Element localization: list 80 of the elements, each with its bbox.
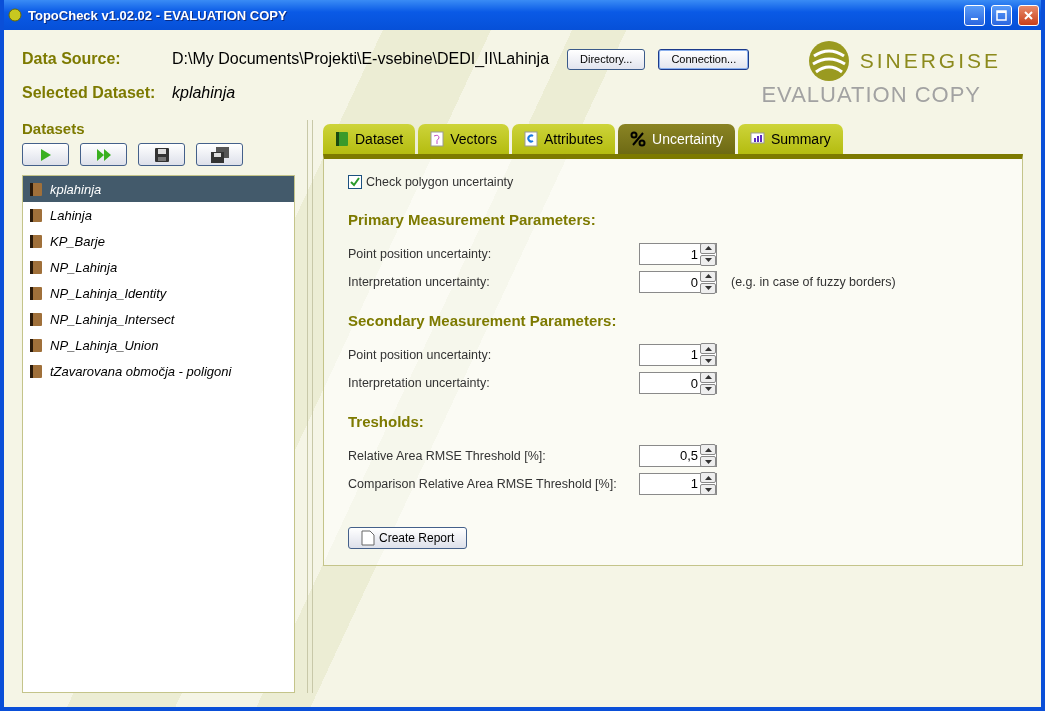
number-spinner[interactable]: 0 <box>639 372 717 395</box>
tab[interactable]: Summary <box>737 124 843 154</box>
maximize-button[interactable] <box>991 4 1012 26</box>
number-spinner[interactable]: 1 <box>639 472 717 495</box>
checkbox-label: Check polygon uncertainty <box>366 175 514 189</box>
play-button[interactable] <box>22 143 69 166</box>
dataset-item[interactable]: tZavarovana območja - poligoni <box>23 358 295 384</box>
save-all-icon <box>210 146 229 163</box>
parameter-label: Interpretation uncertainty: <box>348 376 491 391</box>
book-icon <box>29 311 43 327</box>
selected-dataset-value: kplahinja <box>172 84 236 102</box>
book-icon <box>335 131 349 147</box>
section-heading: Primary Measurement Parameters: <box>348 211 597 228</box>
parameter-label: Interpretation uncertainty: <box>348 275 491 290</box>
number-spinner[interactable]: 0 <box>639 271 717 294</box>
save-all-button[interactable] <box>196 143 243 166</box>
dataset-name: Lahinja <box>50 207 92 223</box>
parameter-label: Point position uncertainty: <box>348 247 493 262</box>
dataset-name: kplahinja <box>50 181 102 197</box>
minimize-icon <box>971 18 978 20</box>
tab[interactable]: Vectors <box>418 124 509 154</box>
book-icon <box>29 233 43 249</box>
document-icon <box>430 131 445 147</box>
tab[interactable]: Uncertainty <box>618 124 735 154</box>
play-icon <box>39 147 52 162</box>
number-spinner[interactable]: 1 <box>639 343 717 366</box>
dataset-name: NP_Lahinja_Intersect <box>50 311 175 327</box>
bar-chart-icon <box>749 132 765 146</box>
section-heading: Tresholds: <box>348 412 425 430</box>
dataset-name: NP_Lahinja_Union <box>50 337 159 353</box>
book-icon <box>29 181 43 197</box>
connection-button[interactable]: Connection... <box>658 48 750 70</box>
dataset-name: KP_Barje <box>50 233 105 249</box>
dataset-item[interactable]: KP_Barje <box>23 228 295 254</box>
book-icon <box>29 207 43 223</box>
data-source-path: D:\My Documents\Projekti\E-vsebine\DEDI_II\Lahinja <box>172 50 550 68</box>
document-icon <box>523 131 538 147</box>
dataset-name: NP_Lahinja <box>50 259 118 275</box>
dataset-item[interactable]: NP_Lahinja_Identity <box>23 280 295 306</box>
fast-forward-icon <box>95 147 112 162</box>
number-spinner[interactable]: 0,5 <box>639 444 717 467</box>
parameter-label: Comparison Relative Area RMSE Threshold [%]: <box>348 476 618 491</box>
save-icon <box>154 147 169 162</box>
book-icon <box>29 363 43 379</box>
minimize-button[interactable] <box>964 4 985 26</box>
datasets-heading: Datasets <box>22 120 86 137</box>
parameter-label: Point position uncertainty: <box>348 347 493 362</box>
dataset-item[interactable]: NP_Lahinja <box>23 254 295 280</box>
parameter-label: Relative Area RMSE Threshold [%]: <box>348 448 547 463</box>
directory-button[interactable]: Directory... <box>567 48 646 70</box>
dataset-name: tZavarovana območja - poligoni <box>50 363 232 379</box>
create-report-button[interactable]: Create Report <box>348 527 468 550</box>
dataset-item[interactable]: NP_Lahinja_Intersect <box>23 306 295 332</box>
maximize-icon <box>996 9 1007 21</box>
section-heading: Secondary Measurement Parameters: <box>348 311 618 329</box>
close-button[interactable] <box>1018 4 1039 26</box>
book-icon <box>29 285 43 301</box>
evaluation-notice: EVALUATION COPY <box>761 82 981 108</box>
logo-icon <box>807 40 850 82</box>
parameter-note: (e.g. in case of fuzzy borders) <box>731 275 896 290</box>
dataset-item[interactable]: Lahinja <box>23 202 295 228</box>
close-icon <box>1023 9 1034 21</box>
save-button[interactable] <box>138 143 185 166</box>
logo-text: SINERGISE <box>859 49 1001 73</box>
app-icon <box>8 8 22 22</box>
data-source-label: Data Source: <box>22 50 122 68</box>
percent-icon <box>630 131 647 147</box>
dataset-item[interactable]: NP_Lahinja_Union <box>23 332 295 358</box>
tab[interactable]: Dataset <box>323 124 416 154</box>
number-spinner[interactable]: 1 <box>639 243 717 266</box>
selected-dataset-label: Selected Dataset: <box>22 84 157 102</box>
dataset-item[interactable]: kplahinja <box>23 176 295 202</box>
book-icon <box>29 337 43 353</box>
dataset-name: NP_Lahinja_Identity <box>50 285 167 301</box>
tab[interactable]: Attributes <box>511 124 616 154</box>
checkbox[interactable] <box>348 175 362 189</box>
document-icon <box>361 530 375 547</box>
book-icon <box>29 259 43 275</box>
fast-forward-button[interactable] <box>80 143 127 166</box>
window-title: TopoCheck v1.02.02 - EVALUATION COPY <box>28 7 288 23</box>
